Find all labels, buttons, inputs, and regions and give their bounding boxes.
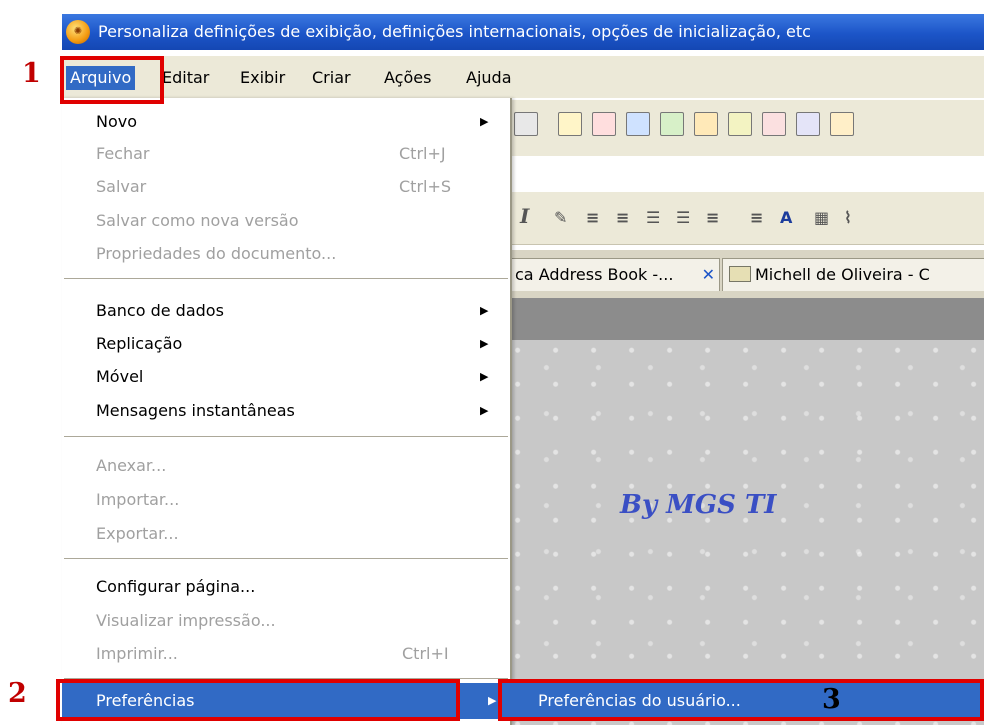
spacing-icon[interactable]: ≡ xyxy=(750,208,770,228)
menu-item-salvar[interactable]: Salvar Ctrl+S xyxy=(62,172,510,202)
text-style-icon[interactable]: A xyxy=(780,208,800,228)
menu-exibir[interactable]: Exibir xyxy=(236,66,289,90)
menu-item-label: Importar... xyxy=(96,490,180,509)
shortcut-label: Ctrl+J xyxy=(399,144,446,163)
menu-item-label: Salvar como nova versão xyxy=(96,211,299,230)
tab-michell-label: Michell de Oliveira - C xyxy=(755,265,930,284)
toolbar-folder-icon[interactable] xyxy=(694,112,718,136)
step-number-1: 1 xyxy=(22,58,41,89)
menu-item-movel[interactable]: Móvel ▶ xyxy=(62,362,510,392)
tab-address-book[interactable]: ca Address Book -... ✕ xyxy=(510,258,720,291)
menu-item-novo[interactable]: Novo ▶ xyxy=(62,107,510,137)
menu-item-label: Salvar xyxy=(96,177,147,196)
menu-item-label: Anexar... xyxy=(96,456,167,475)
step-number-3: 3 xyxy=(822,684,841,715)
submenu-arrow-icon: ▶ xyxy=(480,337,489,350)
menu-separator xyxy=(64,436,508,437)
menu-item-exportar[interactable]: Exportar... xyxy=(62,519,510,549)
menu-item-label: Exportar... xyxy=(96,524,179,543)
file-menu-dropdown: Novo ▶ Fechar Ctrl+J Salvar Ctrl+S Salva… xyxy=(62,98,512,725)
menu-item-label: Fechar xyxy=(96,144,150,163)
menu-bar: Arquivo Editar Exibir Criar Ações Ajuda xyxy=(62,56,984,98)
menu-criar[interactable]: Criar xyxy=(308,66,355,90)
tab-row: ca Address Book -... ✕ Michell de Olivei… xyxy=(510,250,984,298)
toolbar-new-memo-icon[interactable] xyxy=(558,112,582,136)
menu-item-anexar[interactable]: Anexar... xyxy=(62,451,510,481)
tab-address-book-label: ca Address Book -... xyxy=(515,265,674,284)
menu-item-label: Configurar página... xyxy=(96,577,256,596)
menu-item-importar[interactable]: Importar... xyxy=(62,485,510,515)
toolbar-calendar-icon[interactable] xyxy=(592,112,616,136)
menu-item-label: Imprimir... xyxy=(96,644,178,663)
content-background xyxy=(510,340,984,725)
menu-item-replicacao[interactable]: Replicação ▶ xyxy=(62,329,510,359)
toolbar-print-icon[interactable] xyxy=(514,112,538,136)
close-icon[interactable]: ✕ xyxy=(702,259,715,291)
menu-item-label: Mensagens instantâneas xyxy=(96,401,295,420)
italic-icon[interactable]: I xyxy=(520,204,540,228)
menu-acoes[interactable]: Ações xyxy=(380,66,435,90)
outdent-icon[interactable]: ≡ xyxy=(616,208,636,228)
toolbar-copy-icon[interactable] xyxy=(796,112,820,136)
menu-editar[interactable]: Editar xyxy=(158,66,213,90)
menu-item-label: Móvel xyxy=(96,367,144,386)
indent-icon[interactable]: ≡ xyxy=(586,208,606,228)
contact-card-icon xyxy=(729,266,751,282)
table-icon[interactable]: ▦ xyxy=(814,208,834,228)
highlight-box-arquivo xyxy=(60,56,164,104)
toolbar-link-icon[interactable] xyxy=(660,112,684,136)
submenu-arrow-icon: ▶ xyxy=(480,304,489,317)
toolbar-delete-icon[interactable] xyxy=(762,112,786,136)
numbered-list-icon[interactable]: ☰ xyxy=(676,208,696,228)
attachment-icon[interactable]: ⌇ xyxy=(844,208,864,228)
shortcut-label: Ctrl+I xyxy=(402,644,449,663)
bullet-list-icon[interactable]: ☰ xyxy=(646,208,666,228)
menu-ajuda[interactable]: Ajuda xyxy=(462,66,516,90)
menu-item-mensagens[interactable]: Mensagens instantâneas ▶ xyxy=(62,396,510,426)
format-toolbar: I ✎ ≡ ≡ ☰ ☰ ≡ ≡ A ▦ ⌇ xyxy=(510,192,984,245)
menu-item-salvar-nova-versao[interactable]: Salvar como nova versão xyxy=(62,206,510,236)
submenu-arrow-icon: ▶ xyxy=(488,694,497,707)
menu-item-imprimir[interactable]: Imprimir... Ctrl+I xyxy=(62,639,510,669)
window-title: Personaliza definições de exibição, defi… xyxy=(98,22,811,41)
menu-separator xyxy=(64,558,508,559)
shortcut-label: Ctrl+S xyxy=(399,177,452,196)
content-header-bar xyxy=(510,298,984,340)
toolbar-database-icon[interactable] xyxy=(728,112,752,136)
menu-item-label: Visualizar impressão... xyxy=(96,611,276,630)
menu-item-label: Banco de dados xyxy=(96,301,224,320)
highlight-box-preferencias xyxy=(56,679,460,721)
submenu-arrow-icon: ▶ xyxy=(480,115,489,128)
app-logo-icon: ✺ xyxy=(66,20,90,44)
menu-item-configurar-pagina[interactable]: Configurar página... xyxy=(62,572,510,602)
highlighter-icon[interactable]: ✎ xyxy=(554,208,574,228)
menu-item-banco-de-dados[interactable]: Banco de dados ▶ xyxy=(62,296,510,326)
menu-item-label: Novo xyxy=(96,112,138,131)
align-icon[interactable]: ≡ xyxy=(706,208,726,228)
address-row xyxy=(510,156,984,193)
title-bar: ✺ Personaliza definições de exibição, de… xyxy=(62,14,984,50)
menu-item-propriedades[interactable]: Propriedades do documento... xyxy=(62,239,510,269)
menu-item-label: Propriedades do documento... xyxy=(96,244,337,263)
toolbar-paste-icon[interactable] xyxy=(830,112,854,136)
watermark-text: By MGS TI xyxy=(620,490,777,520)
step-number-2: 2 xyxy=(8,678,27,709)
main-toolbar xyxy=(510,100,984,157)
toolbar-key-icon[interactable] xyxy=(626,112,650,136)
menu-separator xyxy=(64,278,508,279)
submenu-arrow-icon: ▶ xyxy=(480,404,489,417)
submenu-arrow-icon: ▶ xyxy=(480,370,489,383)
menu-item-fechar[interactable]: Fechar Ctrl+J xyxy=(62,139,510,169)
menu-item-label: Replicação xyxy=(96,334,183,353)
menu-item-visualizar-impressao[interactable]: Visualizar impressão... xyxy=(62,606,510,636)
highlight-box-preferencias-usuario xyxy=(498,679,984,721)
tab-michell[interactable]: Michell de Oliveira - C xyxy=(722,258,984,291)
